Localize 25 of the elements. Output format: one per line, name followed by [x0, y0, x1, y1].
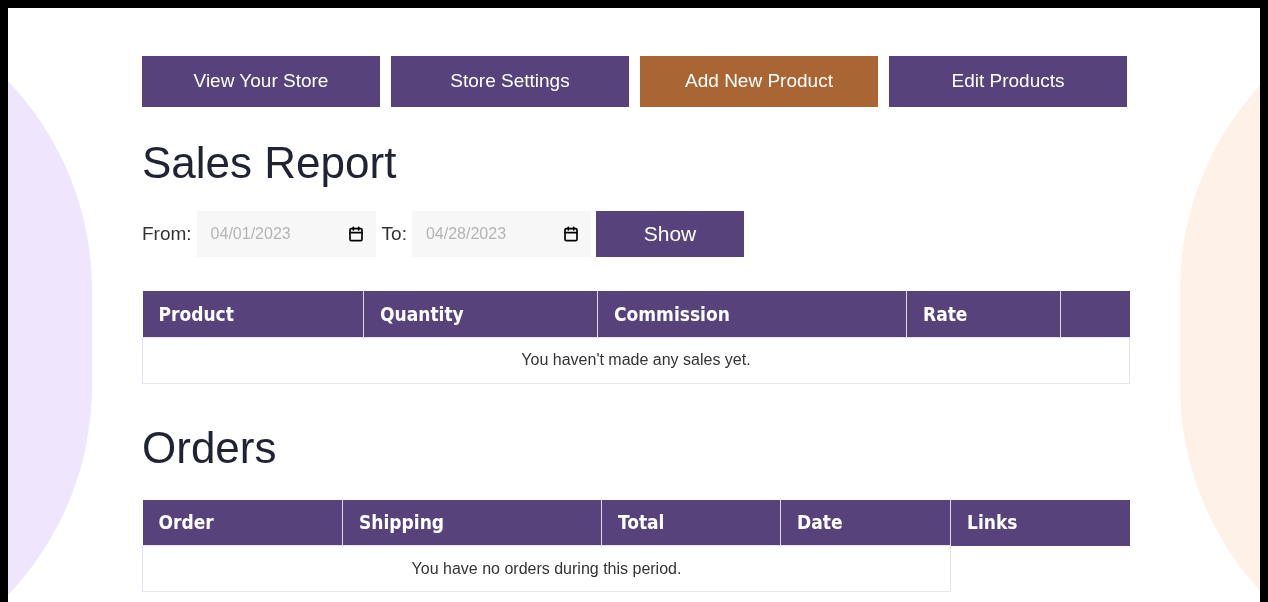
nav-button[interactable]: Store Settings — [391, 56, 629, 107]
column-header — [1060, 291, 1130, 337]
section-title: Orders — [142, 421, 278, 474]
show-button[interactable]: Show — [595, 211, 744, 257]
field-label: From: — [142, 221, 192, 246]
nav-button[interactable]: Edit Products — [889, 56, 1127, 107]
column-header: Order — [142, 499, 343, 546]
column-header: Shipping — [342, 499, 602, 546]
section-title: Sales Report — [142, 137, 398, 189]
field-label: To: — [381, 221, 407, 246]
nav-button[interactable]: Add New Product — [640, 56, 878, 107]
column-header: Rate — [906, 291, 1061, 337]
calendar-icon[interactable] — [347, 226, 364, 242]
calendar-icon[interactable] — [562, 226, 579, 242]
empty-message: You have no orders during this period. — [142, 545, 951, 592]
column-header: Links — [950, 499, 1130, 546]
column-header: Product — [142, 291, 364, 337]
column-header: Total — [601, 499, 781, 546]
column-header: Quantity — [363, 291, 598, 337]
column-header: Commission — [597, 291, 907, 337]
date-value: 04/28/2023 — [425, 224, 507, 244]
date-value: 04/01/2023 — [210, 224, 291, 244]
nav-button[interactable]: View Your Store — [142, 56, 380, 107]
column-header: Date — [780, 499, 951, 546]
empty-message: You haven't made any sales yet. — [142, 337, 1130, 383]
